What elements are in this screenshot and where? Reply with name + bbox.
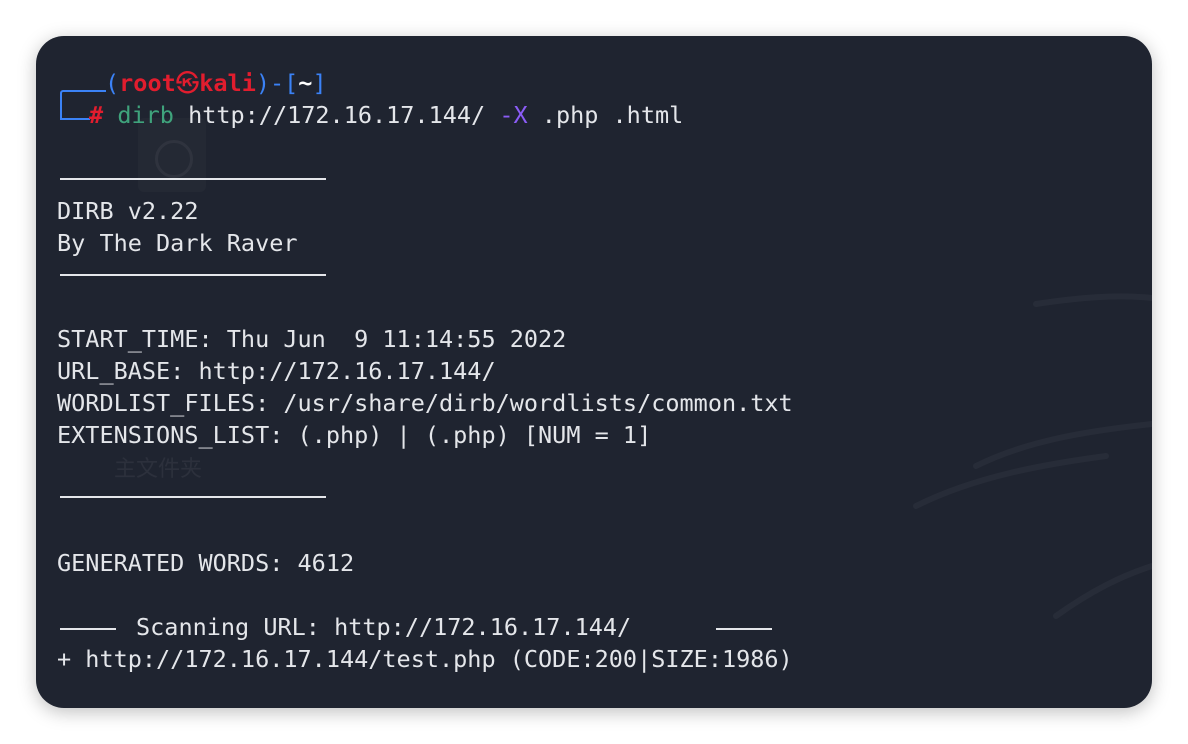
separator-rule bbox=[60, 178, 326, 180]
prompt-line: (root㉿kali)-[~] bbox=[105, 69, 327, 97]
terminal-output[interactable]: (root㉿kali)-[~] # dirb http://172.16.17.… bbox=[36, 36, 1152, 708]
command-extensions: .php .html bbox=[541, 101, 684, 129]
prompt-corner-bottom bbox=[60, 106, 90, 120]
prompt-hash: # bbox=[89, 101, 104, 129]
separator-rule bbox=[60, 496, 326, 498]
dirb-version: DIRB v2.22 bbox=[57, 197, 199, 225]
prompt-directory: ~ bbox=[298, 69, 313, 97]
prompt-at-symbol: ㉿ bbox=[175, 69, 200, 97]
command-url: http://172.16.17.144/ bbox=[188, 101, 486, 129]
url-base: URL_BASE: http://172.16.17.144/ bbox=[57, 357, 496, 385]
dirb-author: By The Dark Raver bbox=[57, 229, 298, 257]
result-line: + http://172.16.17.144/test.php (CODE:20… bbox=[57, 645, 793, 673]
scan-dash-right bbox=[716, 628, 772, 630]
separator-rule bbox=[60, 274, 326, 276]
wordlist-files: WORDLIST_FILES: /usr/share/dirb/wordlist… bbox=[57, 389, 793, 417]
start-time: START_TIME: Thu Jun 9 11:14:55 2022 bbox=[57, 325, 567, 353]
terminal-window[interactable]: 主文件夹 (root㉿kali)-[~] # dirb http://172.1… bbox=[36, 36, 1152, 708]
scan-dash-left bbox=[60, 628, 116, 630]
command-flag: -X bbox=[499, 101, 528, 129]
command-name: dirb bbox=[117, 101, 174, 129]
extensions-list: EXTENSIONS_LIST: (.php) | (.php) [NUM = … bbox=[57, 421, 652, 449]
scanning-url: Scanning URL: http://172.16.17.144/ bbox=[136, 613, 632, 641]
generated-words: GENERATED WORDS: 4612 bbox=[57, 549, 355, 577]
command-line: # dirb http://172.16.17.144/ -X .php .ht… bbox=[89, 100, 683, 130]
prompt-host: kali bbox=[199, 69, 256, 97]
prompt-user: root bbox=[119, 69, 176, 97]
